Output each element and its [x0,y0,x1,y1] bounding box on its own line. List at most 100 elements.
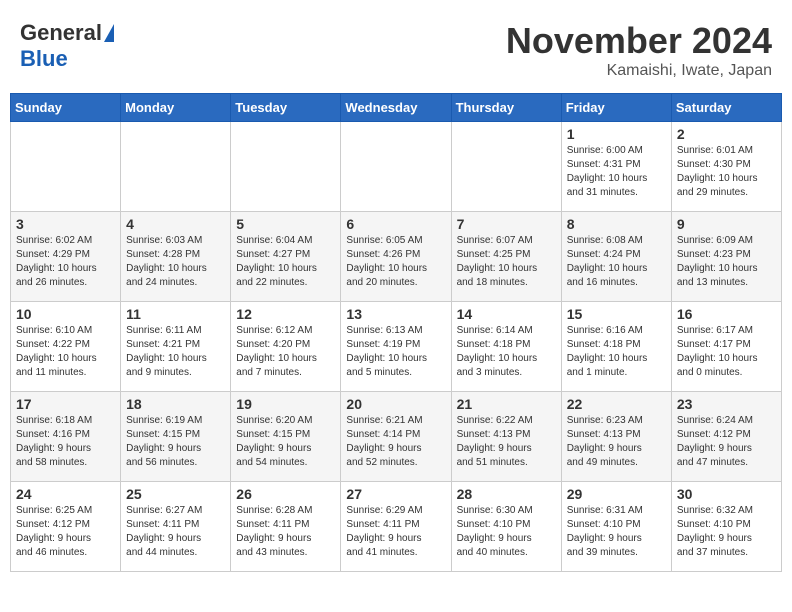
day-cell: 29 Sunrise: 6:31 AM Sunset: 4:10 PM Dayli… [561,482,671,572]
weekday-header-wednesday: Wednesday [341,94,451,122]
day-info: Sunrise: 6:31 AM Sunset: 4:10 PM Dayligh… [567,504,666,560]
day-info: Sunrise: 6:08 AM Sunset: 4:24 PM Dayligh… [567,234,666,290]
day-info: Sunrise: 6:10 AM Sunset: 4:22 PM Dayligh… [16,324,115,380]
day-info: Sunrise: 6:04 AM Sunset: 4:27 PM Dayligh… [236,234,335,290]
day-number: 15 [567,306,666,322]
day-cell: 5 Sunrise: 6:04 AM Sunset: 4:27 PM Daylig… [231,212,341,302]
day-cell: 15 Sunrise: 6:16 AM Sunset: 4:18 PM Dayli… [561,302,671,392]
day-number: 8 [567,216,666,232]
logo-blue-text: Blue [20,46,68,72]
day-info: Sunrise: 6:21 AM Sunset: 4:14 PM Dayligh… [346,414,445,470]
day-cell: 3Sunrise: 6:02 AM Sunset: 4:29 PM Daylig… [11,212,121,302]
day-number: 11 [126,306,225,322]
day-cell: 8 Sunrise: 6:08 AM Sunset: 4:24 PM Daylig… [561,212,671,302]
day-info: Sunrise: 6:20 AM Sunset: 4:15 PM Dayligh… [236,414,335,470]
weekday-header-tuesday: Tuesday [231,94,341,122]
day-info: Sunrise: 6:22 AM Sunset: 4:13 PM Dayligh… [457,414,556,470]
day-number: 24 [16,486,115,502]
logo-general-text: General [20,20,102,46]
day-cell: 24Sunrise: 6:25 AM Sunset: 4:12 PM Dayli… [11,482,121,572]
week-row-5: 24Sunrise: 6:25 AM Sunset: 4:12 PM Dayli… [11,482,782,572]
day-cell: 13Sunrise: 6:13 AM Sunset: 4:19 PM Dayli… [341,302,451,392]
day-number: 25 [126,486,225,502]
day-cell: 26Sunrise: 6:28 AM Sunset: 4:11 PM Dayli… [231,482,341,572]
day-number: 3 [16,216,115,232]
day-info: Sunrise: 6:23 AM Sunset: 4:13 PM Dayligh… [567,414,666,470]
day-cell [341,122,451,212]
location: Kamaishi, Iwate, Japan [506,62,772,80]
day-number: 26 [236,486,335,502]
day-cell: 23Sunrise: 6:24 AM Sunset: 4:12 PM Dayli… [671,392,781,482]
day-number: 2 [677,126,776,142]
day-cell: 10 Sunrise: 6:10 AM Sunset: 4:22 PM Dayli… [11,302,121,392]
day-cell: 16 Sunrise: 6:17 AM Sunset: 4:17 PM Dayli… [671,302,781,392]
day-number: 18 [126,396,225,412]
day-number: 16 [677,306,776,322]
day-info: Sunrise: 6:14 AM Sunset: 4:18 PM Dayligh… [457,324,556,380]
day-info: Sunrise: 6:32 AM Sunset: 4:10 PM Dayligh… [677,504,776,560]
day-number: 1 [567,126,666,142]
day-info: Sunrise: 6:18 AM Sunset: 4:16 PM Dayligh… [16,414,115,470]
day-number: 19 [236,396,335,412]
week-row-2: 3Sunrise: 6:02 AM Sunset: 4:29 PM Daylig… [11,212,782,302]
day-info: Sunrise: 6:16 AM Sunset: 4:18 PM Dayligh… [567,324,666,380]
day-cell: 30 Sunrise: 6:32 AM Sunset: 4:10 PM Dayli… [671,482,781,572]
day-number: 5 [236,216,335,232]
weekday-header-row: SundayMondayTuesdayWednesdayThursdayFrid… [11,94,782,122]
weekday-header-saturday: Saturday [671,94,781,122]
calendar-table: SundayMondayTuesdayWednesdayThursdayFrid… [10,93,782,572]
day-number: 4 [126,216,225,232]
day-info: Sunrise: 6:17 AM Sunset: 4:17 PM Dayligh… [677,324,776,380]
day-cell: 14 Sunrise: 6:14 AM Sunset: 4:18 PM Dayli… [451,302,561,392]
day-number: 20 [346,396,445,412]
day-info: Sunrise: 6:09 AM Sunset: 4:23 PM Dayligh… [677,234,776,290]
day-number: 29 [567,486,666,502]
day-info: Sunrise: 6:03 AM Sunset: 4:28 PM Dayligh… [126,234,225,290]
day-number: 14 [457,306,556,322]
day-info: Sunrise: 6:19 AM Sunset: 4:15 PM Dayligh… [126,414,225,470]
day-cell: 1 Sunrise: 6:00 AM Sunset: 4:31 PM Daylig… [561,122,671,212]
day-cell [451,122,561,212]
day-number: 10 [16,306,115,322]
day-info: Sunrise: 6:29 AM Sunset: 4:11 PM Dayligh… [346,504,445,560]
week-row-4: 17 Sunrise: 6:18 AM Sunset: 4:16 PM Dayli… [11,392,782,482]
day-cell [231,122,341,212]
day-cell: 20 Sunrise: 6:21 AM Sunset: 4:14 PM Dayli… [341,392,451,482]
page-header: General Blue November 2024 Kamaishi, Iwa… [10,10,782,85]
day-info: Sunrise: 6:27 AM Sunset: 4:11 PM Dayligh… [126,504,225,560]
day-info: Sunrise: 6:13 AM Sunset: 4:19 PM Dayligh… [346,324,445,380]
calendar-body: 1 Sunrise: 6:00 AM Sunset: 4:31 PM Daylig… [11,122,782,572]
day-info: Sunrise: 6:00 AM Sunset: 4:31 PM Dayligh… [567,144,666,200]
day-cell: 22Sunrise: 6:23 AM Sunset: 4:13 PM Dayli… [561,392,671,482]
day-cell: 4 Sunrise: 6:03 AM Sunset: 4:28 PM Daylig… [121,212,231,302]
weekday-header-sunday: Sunday [11,94,121,122]
day-cell: 25 Sunrise: 6:27 AM Sunset: 4:11 PM Dayli… [121,482,231,572]
month-title: November 2024 [506,20,772,62]
weekday-header-friday: Friday [561,94,671,122]
day-cell [121,122,231,212]
day-number: 9 [677,216,776,232]
day-number: 12 [236,306,335,322]
weekday-header-thursday: Thursday [451,94,561,122]
weekday-header-monday: Monday [121,94,231,122]
week-row-1: 1 Sunrise: 6:00 AM Sunset: 4:31 PM Daylig… [11,122,782,212]
day-number: 21 [457,396,556,412]
day-number: 30 [677,486,776,502]
day-cell: 6Sunrise: 6:05 AM Sunset: 4:26 PM Daylig… [341,212,451,302]
day-cell: 21 Sunrise: 6:22 AM Sunset: 4:13 PM Dayli… [451,392,561,482]
day-info: Sunrise: 6:07 AM Sunset: 4:25 PM Dayligh… [457,234,556,290]
day-cell: 19 Sunrise: 6:20 AM Sunset: 4:15 PM Dayli… [231,392,341,482]
day-cell [11,122,121,212]
day-cell: 27Sunrise: 6:29 AM Sunset: 4:11 PM Dayli… [341,482,451,572]
day-number: 28 [457,486,556,502]
day-info: Sunrise: 6:24 AM Sunset: 4:12 PM Dayligh… [677,414,776,470]
day-info: Sunrise: 6:12 AM Sunset: 4:20 PM Dayligh… [236,324,335,380]
day-cell: 7 Sunrise: 6:07 AM Sunset: 4:25 PM Daylig… [451,212,561,302]
day-number: 7 [457,216,556,232]
day-cell: 11Sunrise: 6:11 AM Sunset: 4:21 PM Dayli… [121,302,231,392]
day-cell: 17 Sunrise: 6:18 AM Sunset: 4:16 PM Dayli… [11,392,121,482]
day-cell: 2Sunrise: 6:01 AM Sunset: 4:30 PM Daylig… [671,122,781,212]
logo-triangle-icon [104,24,114,42]
week-row-3: 10 Sunrise: 6:10 AM Sunset: 4:22 PM Dayli… [11,302,782,392]
day-number: 17 [16,396,115,412]
